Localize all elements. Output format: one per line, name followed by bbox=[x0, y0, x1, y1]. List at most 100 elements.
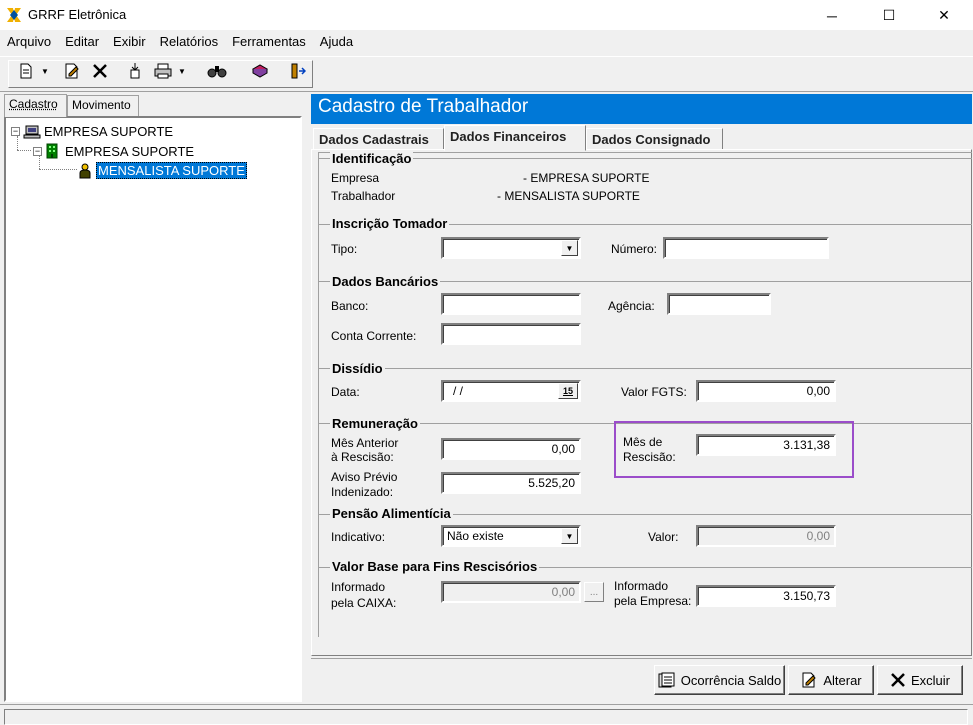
indicativo-combo[interactable]: Não existe ▼ bbox=[441, 525, 581, 547]
excluir-label: Excluir bbox=[910, 672, 950, 688]
fgts-field[interactable]: 0,00 bbox=[696, 380, 836, 402]
section-identificacao-title: Identificação bbox=[330, 151, 414, 166]
tab-dados-financeiros-label: Dados Financeiros bbox=[450, 129, 567, 144]
data-label: Data: bbox=[331, 385, 360, 399]
valor-value: 0,00 bbox=[806, 529, 830, 543]
tab-dados-cadastrais-label: Dados Cadastrais bbox=[319, 132, 429, 147]
indicativo-label: Indicativo: bbox=[331, 530, 386, 544]
data-value: / / bbox=[453, 384, 464, 398]
banco-field[interactable] bbox=[441, 293, 581, 315]
tipo-combo[interactable]: ▼ bbox=[441, 237, 581, 259]
print-icon[interactable] bbox=[152, 60, 174, 82]
fgts-value: 0,00 bbox=[806, 384, 830, 398]
calendar-icon[interactable]: 15 bbox=[558, 383, 578, 399]
empresa-informado-label-1: Informado bbox=[614, 579, 669, 593]
menu-ajuda[interactable]: Ajuda bbox=[313, 31, 360, 53]
data-field[interactable]: / / 15 bbox=[441, 380, 581, 402]
title-bar: GRRF Eletrônica ─ ☐ ✕ bbox=[0, 0, 973, 31]
toolbar: ▼ ▼ bbox=[0, 56, 973, 92]
tab-dados-cadastrais[interactable]: Dados Cadastrais bbox=[313, 128, 444, 150]
tab-dados-financeiros[interactable]: Dados Financeiros bbox=[444, 125, 586, 151]
conta-label: Conta Corrente: bbox=[331, 329, 417, 343]
mes-rescisao-field[interactable]: 3.131,38 bbox=[696, 434, 836, 456]
menu-arquivo[interactable]: Arquivo bbox=[0, 31, 58, 53]
ocorrencia-saldo-button[interactable]: Ocorrência Saldo bbox=[654, 665, 785, 695]
tree-view[interactable]: − EMPRESA SUPORTE − EMPRESA SUPORTE MENS… bbox=[4, 116, 302, 702]
aviso-label-2: Indenizado: bbox=[331, 485, 394, 499]
menu-bar: Arquivo Editar Exibir Relatórios Ferrame… bbox=[0, 31, 973, 53]
delete-icon bbox=[891, 673, 905, 687]
maximize-icon: ☐ bbox=[882, 7, 896, 23]
edit-document-icon[interactable] bbox=[61, 60, 83, 82]
excluir-button[interactable]: Excluir bbox=[877, 665, 963, 695]
indicativo-value: Não existe bbox=[447, 529, 504, 543]
mes-anterior-value: 0,00 bbox=[551, 442, 575, 456]
print-dropdown-icon[interactable]: ▼ bbox=[176, 60, 188, 82]
import-icon[interactable] bbox=[124, 60, 146, 82]
menu-editar[interactable]: Editar bbox=[58, 31, 106, 53]
tab-dados-consignado[interactable]: Dados Consignado bbox=[586, 128, 723, 150]
book-icon[interactable] bbox=[249, 60, 271, 82]
delete-icon[interactable] bbox=[89, 60, 111, 82]
computer-icon bbox=[23, 125, 41, 138]
alterar-label: Alterar bbox=[823, 672, 862, 688]
valor-label: Valor: bbox=[648, 530, 679, 544]
trabalhador-label: Trabalhador bbox=[331, 189, 396, 203]
caixa-label-2: pela CAIXA: bbox=[331, 596, 397, 610]
edit-icon bbox=[802, 672, 817, 688]
fgts-label: Valor FGTS: bbox=[621, 385, 687, 399]
maximize-button[interactable]: ☐ bbox=[866, 0, 912, 31]
minimize-button[interactable]: ─ bbox=[809, 0, 855, 31]
new-dropdown-icon[interactable]: ▼ bbox=[39, 60, 51, 82]
collapse-icon[interactable]: − bbox=[33, 146, 42, 156]
caixa-value: 0,00 bbox=[551, 585, 575, 599]
empresa-value: - EMPRESA SUPORTE bbox=[523, 171, 650, 185]
aviso-field[interactable]: 5.525,20 bbox=[441, 472, 581, 494]
agencia-label: Agência: bbox=[608, 299, 655, 313]
tab-movimento[interactable]: Movimento bbox=[67, 95, 139, 116]
section-dissidio bbox=[318, 368, 972, 369]
app-logo-icon bbox=[7, 8, 21, 22]
empresa-label: Empresa bbox=[331, 171, 380, 185]
tree-item-worker[interactable]: MENSALISTA SUPORTE bbox=[78, 162, 247, 179]
chevron-down-icon[interactable]: ▼ bbox=[561, 528, 578, 544]
close-icon: ✕ bbox=[938, 7, 950, 23]
caixa-field[interactable]: 0,00 bbox=[441, 581, 581, 603]
new-document-icon[interactable] bbox=[15, 60, 37, 82]
caixa-label-1: Informado bbox=[331, 580, 386, 594]
mes-anterior-label-2: à Rescisão: bbox=[331, 450, 394, 464]
alterar-button[interactable]: Alterar bbox=[788, 665, 874, 695]
tab-cadastro[interactable]: Cadastro bbox=[4, 94, 67, 117]
mes-anterior-label-1: Mês Anterior bbox=[331, 436, 399, 450]
tree-item-company[interactable]: − EMPRESA SUPORTE bbox=[33, 143, 194, 159]
status-pane bbox=[4, 709, 968, 725]
exit-icon[interactable] bbox=[287, 60, 309, 82]
find-icon[interactable] bbox=[206, 60, 228, 82]
empresa-informado-label-2: pela Empresa: bbox=[614, 594, 692, 608]
menu-ferramentas[interactable]: Ferramentas bbox=[225, 31, 313, 53]
tree-item-root[interactable]: − EMPRESA SUPORTE bbox=[11, 124, 173, 139]
empresa-informado-value: 3.150,73 bbox=[783, 589, 830, 603]
tipo-label: Tipo: bbox=[331, 242, 358, 256]
menu-exibir[interactable]: Exibir bbox=[106, 31, 153, 53]
chevron-down-icon[interactable]: ▼ bbox=[561, 240, 578, 256]
close-button[interactable]: ✕ bbox=[921, 0, 967, 31]
empresa-informado-field[interactable]: 3.150,73 bbox=[696, 585, 836, 607]
valor-field[interactable]: 0,00 bbox=[696, 525, 836, 547]
ellipsis-button[interactable]: ... bbox=[584, 582, 604, 602]
tree-connector bbox=[39, 169, 77, 170]
collapse-icon[interactable]: − bbox=[11, 127, 20, 136]
numero-field[interactable] bbox=[663, 237, 829, 259]
menu-relatorios[interactable]: Relatórios bbox=[153, 31, 226, 53]
tree-worker-label: MENSALISTA SUPORTE bbox=[96, 162, 247, 179]
mes-rescisao-label-2: Rescisão: bbox=[623, 450, 676, 464]
numero-label: Número: bbox=[611, 242, 658, 256]
mes-anterior-field[interactable]: 0,00 bbox=[441, 438, 581, 460]
section-valor-base-title: Valor Base para Fins Rescisórios bbox=[330, 559, 540, 574]
mes-rescisao-label-1: Mês de bbox=[623, 435, 663, 449]
conta-field[interactable] bbox=[441, 323, 581, 345]
ocorrencia-saldo-label: Ocorrência Saldo bbox=[680, 672, 782, 688]
agencia-field[interactable] bbox=[667, 293, 771, 315]
minimize-icon: ─ bbox=[827, 7, 837, 24]
aviso-label-1: Aviso Prévio bbox=[331, 470, 398, 484]
